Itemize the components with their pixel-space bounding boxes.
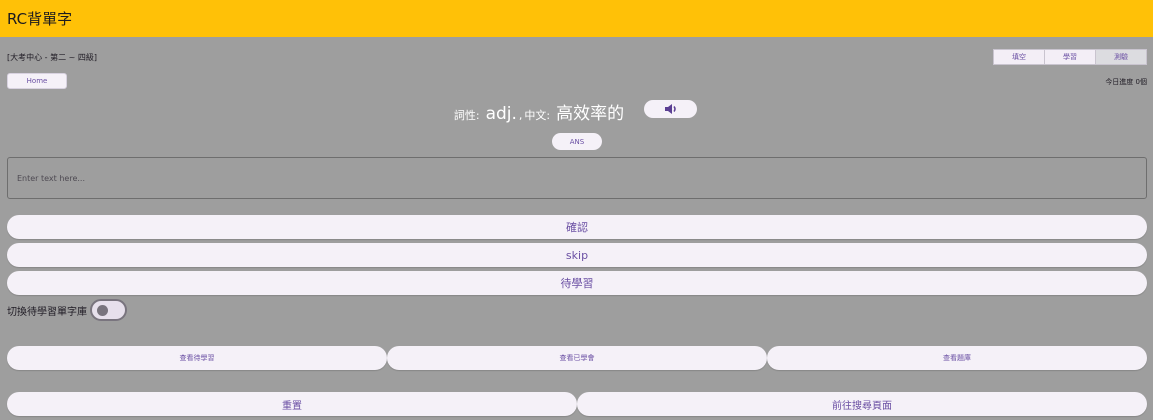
tab-quiz[interactable]: 測驗 [1096,50,1146,64]
pending-button[interactable]: 待學習 [7,271,1147,295]
toggle-row: 切換待學習單字庫 [7,298,127,322]
chinese-label: 中文: [524,109,551,122]
tab-learn[interactable]: 學習 [1045,50,1096,64]
volume-icon [664,104,676,114]
view-learned-button[interactable]: 查看已學會 [387,346,767,370]
word-info: 詞性: adj. , 中文: 高效率的 [0,99,1153,125]
ans-button[interactable]: ANS [552,133,602,150]
tab-fill-blank[interactable]: 填空 [994,50,1045,64]
pending-bank-toggle[interactable] [90,299,127,321]
search-page-button[interactable]: 前往搜尋頁面 [577,392,1147,416]
toggle-knob [97,305,108,316]
answer-input[interactable] [7,157,1147,199]
app-bar: RC背單字 [0,0,1153,37]
skip-button[interactable]: skip [7,243,1147,267]
reset-button[interactable]: 重置 [7,392,577,416]
view-pending-button[interactable]: 查看待學習 [7,346,387,370]
pronounce-button[interactable] [644,100,697,118]
app-title: RC背單字 [7,10,73,28]
view-buttons: 查看待學習 查看已學會 查看題庫 [7,346,1147,370]
pos-value: adj. [485,104,517,124]
separator: , [518,109,523,122]
confirm-button[interactable]: 確認 [7,215,1147,239]
view-bank-button[interactable]: 查看題庫 [767,346,1147,370]
chinese-value: 高效率的 [556,104,625,124]
toggle-label: 切換待學習單字庫 [7,306,87,318]
mode-tabs: 填空 學習 測驗 [993,49,1147,65]
breadcrumb: [大考中心 - 第二 ~ 四級] [7,53,98,62]
bottom-buttons: 重置 前往搜尋頁面 [7,392,1147,416]
home-button[interactable]: Home [7,73,67,89]
daily-progress: 今日進度 0個 [1105,78,1147,86]
pos-label: 詞性: [453,109,480,122]
